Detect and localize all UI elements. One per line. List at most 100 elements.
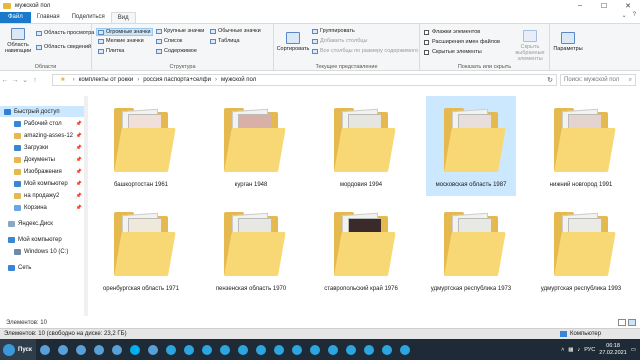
taskbar-button[interactable] [55,341,71,358]
taskbar-button[interactable] [163,341,179,358]
folder-item[interactable]: московская область 1987 [426,96,516,196]
options-button[interactable]: Параметры [551,32,585,52]
folder-item[interactable]: ставропольский край 1976 [316,200,406,300]
nav-pane-button[interactable]: Область навигации [2,28,34,54]
chevron-up-icon[interactable]: ˄ [561,347,564,353]
taskbar-button[interactable] [127,341,143,358]
help-icon[interactable]: ? [633,12,636,19]
folder-item[interactable]: оренбургская область 1971 [96,200,186,300]
folder-name: башкортостан 1961 [113,182,169,188]
up-icon[interactable]: ↑ [30,77,40,84]
fit-columns-button[interactable]: Все столбцы по размеру содержимого [312,48,418,54]
taskbar-button[interactable] [325,341,341,358]
search-input[interactable]: Поиск: мужской пол ⌕ [560,74,636,86]
layout-medium-icons[interactable]: Обычные значки [210,28,261,34]
taskbar-button[interactable] [253,341,269,358]
layout-list[interactable]: Список [156,38,182,44]
close-button[interactable]: ✕ [616,0,640,11]
folder-item[interactable]: пензенская область 1970 [206,200,296,300]
details-view-button[interactable] [618,319,626,326]
taskbar-button[interactable] [109,341,125,358]
hide-selected-button[interactable]: Скрыть выбранные элементы [510,30,550,62]
folder-item[interactable]: удмуртская республика 1993 [536,200,626,300]
tab-view[interactable]: Вид [110,12,136,23]
folder-item[interactable]: башкортостан 1961 [96,96,186,196]
language-indicator[interactable]: РУС [584,347,595,353]
taskbar-button[interactable] [73,341,89,358]
tab-home[interactable]: Главная [31,12,66,23]
breadcrumb[interactable]: комплекты от рокки [79,77,134,83]
breadcrumb[interactable]: россия паспорта+селфи [143,77,211,83]
file-extensions-toggle[interactable]: Расширения имен файлов [424,39,500,45]
sidebar-item[interactable]: Документы 📌 [0,154,88,165]
start-button[interactable]: Пуск [0,339,36,360]
layout-tiles[interactable]: Плитка [98,48,124,54]
refresh-icon[interactable]: ↻ [547,76,553,84]
sidebar-item[interactable]: Быстрый доступ [0,106,88,117]
chevron-down-icon[interactable]: ⌄ [20,76,30,84]
sidebar-item[interactable]: Мой компьютер [0,234,88,245]
sidebar-item-label: Мой компьютер [24,180,68,187]
notifications-icon[interactable]: ▭ [631,347,636,353]
taskbar-button[interactable] [181,341,197,358]
address-bar[interactable]: ■ › комплекты от рокки › россия паспорта… [52,74,557,86]
layout-content[interactable]: Содержимое [156,48,197,54]
sort-button[interactable]: Сортировать [276,32,310,52]
sidebar-item[interactable]: Загрузки 📌 [0,142,88,153]
taskbar-button[interactable] [343,341,359,358]
folder-icon [444,212,506,276]
breadcrumb[interactable]: мужской пол [221,77,256,83]
sidebar-item[interactable]: amazing-asses-12 📌 [0,130,88,141]
icons-view-button[interactable] [628,319,636,326]
sidebar-item[interactable]: Яндекс.Диск [0,218,88,229]
group-by-button[interactable]: Группировать [312,28,355,34]
volume-icon[interactable]: ♪ [578,347,581,353]
app-icon [58,344,68,355]
taskbar-button[interactable] [307,341,323,358]
taskbar-button[interactable] [199,341,215,358]
taskbar-button[interactable] [91,341,107,358]
sidebar-item[interactable]: Мой компьютер 📌 [0,178,88,189]
network-icon[interactable]: ▦ [568,347,573,353]
item-checkboxes-toggle[interactable]: Флажки элементов [424,29,480,35]
sidebar-item[interactable]: Windows 10 (C:) [0,246,88,257]
details-pane-button[interactable]: Область сведений [36,44,91,50]
sidebar-item[interactable]: Изображения 📌 [0,166,88,177]
folder-item[interactable]: удмуртская республика 1973 [426,200,516,300]
folder-item[interactable]: нижний новгород 1991 [536,96,626,196]
minimize-button[interactable]: – [568,0,592,11]
sidebar-item[interactable]: Рабочий стол 📌 [0,118,88,129]
layout-huge-icons[interactable]: Огромные значки [96,28,153,36]
sidebar-item[interactable]: Корзина 📌 [0,202,88,213]
layout-table[interactable]: Таблица [210,38,240,44]
chevron-down-icon[interactable]: ⌄ [622,12,627,19]
taskbar-button[interactable] [397,341,413,358]
preview-pane-button[interactable]: Область просмотра [36,30,94,36]
tab-share[interactable]: Поделиться [66,12,111,23]
taskbar-button[interactable] [379,341,395,358]
checkbox [424,29,429,35]
taskbar-button[interactable] [217,341,233,358]
folder-item[interactable]: курган 1948 [206,96,296,196]
taskbar-button[interactable] [361,341,377,358]
taskbar-button[interactable] [289,341,305,358]
back-icon[interactable]: ← [0,77,10,84]
sidebar-item[interactable]: Сеть [0,262,88,273]
forward-icon[interactable]: → [10,77,20,84]
maximize-button[interactable]: ☐ [592,0,616,11]
taskbar-button[interactable] [271,341,287,358]
taskbar-button[interactable] [145,341,161,358]
clock[interactable]: 06:18 27.02.2021 [599,343,627,357]
drive-icon [14,248,21,255]
clock-time: 06:18 [606,342,620,349]
taskbar-button[interactable] [37,341,53,358]
sidebar-item[interactable]: на продажу2 📌 [0,190,88,201]
layout-large-icons[interactable]: Крупные значки [156,28,204,34]
tab-file[interactable]: Файл [0,12,31,23]
folder-item[interactable]: мордовия 1994 [316,96,406,196]
layout-small-icons[interactable]: Мелкие значки [98,38,144,44]
sidebar-item-label: Мой компьютер [18,236,62,243]
hidden-items-toggle[interactable]: Скрытые элементы [424,49,482,55]
add-columns-button[interactable]: Добавить столбцы [312,38,367,44]
taskbar-button[interactable] [235,341,251,358]
